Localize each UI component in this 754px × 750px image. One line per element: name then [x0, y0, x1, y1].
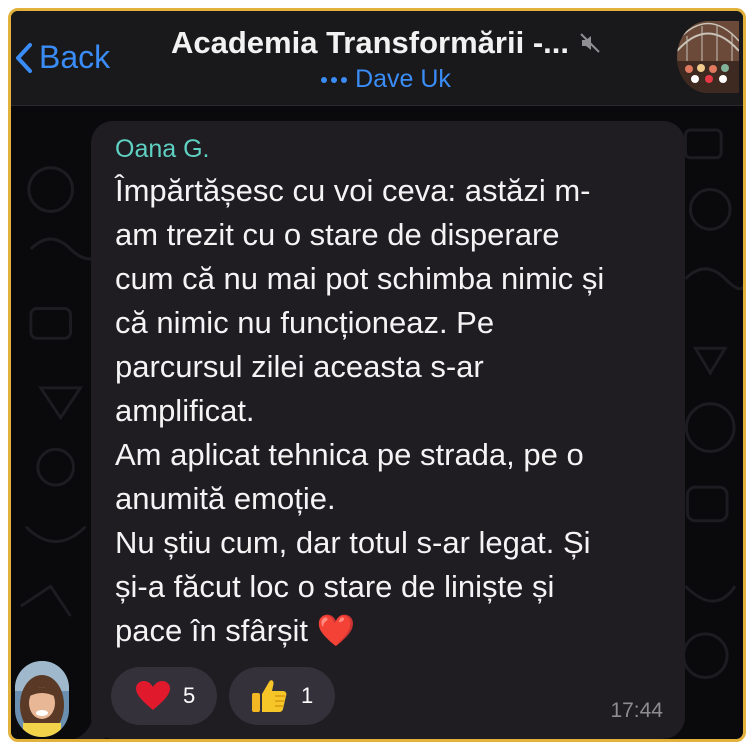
- message-bubble[interactable]: Oana G. Împărtășesc cu voi ceva: astăzi …: [91, 121, 685, 739]
- chat-subtitle-text: Dave Uk: [355, 65, 451, 93]
- chat-title-area[interactable]: Academia Transformării -... Dave Uk: [151, 25, 621, 94]
- chat-title: Academia Transformării -...: [171, 25, 601, 61]
- chat-screen: Back Academia Transformării -... Dave Uk: [8, 8, 746, 742]
- message-sender[interactable]: Oana G.: [115, 135, 210, 164]
- thumbs-up-icon: [252, 680, 287, 712]
- back-label: Back: [39, 39, 111, 75]
- reaction-heart[interactable]: 5: [111, 667, 217, 725]
- group-avatar[interactable]: [677, 21, 739, 93]
- heart-icon: [136, 681, 170, 710]
- reaction-thumbs-up-count: 1: [301, 683, 314, 708]
- message-timestamp: 17:44: [610, 699, 663, 722]
- reaction-heart-count: 5: [183, 683, 196, 708]
- chat-subtitle: Dave Uk: [321, 65, 451, 94]
- sender-avatar[interactable]: [15, 661, 69, 737]
- muted-speaker-icon: [580, 33, 600, 53]
- typing-indicator-icon: [321, 76, 348, 83]
- reaction-thumbs-up[interactable]: 1: [229, 667, 335, 725]
- chat-title-text: Academia Transformării -...: [171, 25, 569, 60]
- message-text: Împărtășesc cu voi ceva: astăzi m- am tr…: [115, 173, 605, 648]
- chat-header: Back Academia Transformării -... Dave Uk: [11, 11, 743, 106]
- back-button[interactable]: Back: [15, 39, 110, 76]
- chevron-left-icon: [16, 42, 32, 73]
